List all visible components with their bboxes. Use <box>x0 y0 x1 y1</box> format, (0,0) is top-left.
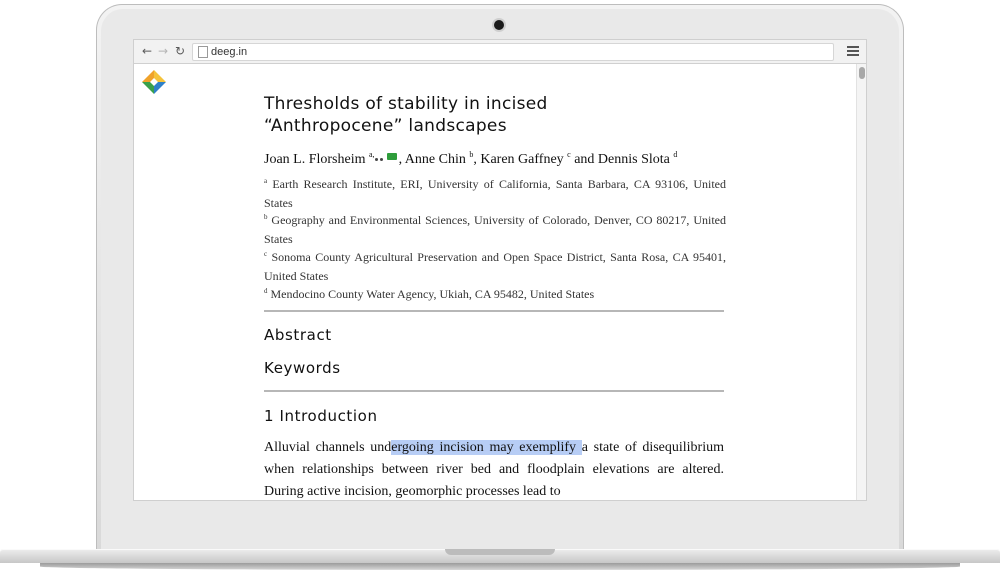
author-list: Joan L. Florsheim a,, Anne Chin b, Karen… <box>264 150 734 168</box>
address-bar[interactable]: deeg.in <box>192 43 834 61</box>
article-title-line-1: Thresholds of stability in incised <box>264 94 548 114</box>
browser-window: ← → ↻ deeg.in Thresholds of stability in… <box>133 39 867 501</box>
deeg-logo-icon[interactable] <box>141 69 167 95</box>
webcam-icon <box>494 20 504 30</box>
affiliation-d-text: Mendocino County Water Agency, Ukiah, CA… <box>270 287 595 301</box>
browser-toolbar: ← → ↻ deeg.in <box>134 40 866 64</box>
orcid-icon[interactable] <box>374 158 378 161</box>
affiliation-a: a Earth Research Institute, ERI, Univers… <box>264 172 726 212</box>
article-title-line-2: “Anthropocene” landscapes <box>264 116 507 136</box>
page-icon <box>198 46 208 58</box>
author-slota-affil: d <box>673 150 678 159</box>
affiliation-c-mark: c <box>264 250 268 258</box>
affiliation-d-mark: d <box>264 287 268 295</box>
affiliation-a-mark: a <box>264 177 268 185</box>
affiliation-a-text: Earth Research Institute, ERI, Universit… <box>264 177 727 210</box>
affiliation-b-mark: b <box>264 213 268 221</box>
divider <box>264 390 724 392</box>
divider <box>264 310 724 312</box>
affiliation-d: d Mendocino County Water Agency, Ukiah, … <box>264 282 726 304</box>
back-arrow-icon[interactable]: ← <box>139 43 155 59</box>
paragraph-text-start: Alluvial channels und <box>264 440 392 455</box>
introduction-paragraph: Alluvial channels undergoing incision ma… <box>264 437 724 500</box>
article-title: Thresholds of stability in incised “Anth… <box>264 93 724 137</box>
introduction-heading: 1 Introduction <box>264 407 378 425</box>
affiliation-c-text: Sonoma County Agricultural Preservation … <box>264 250 726 283</box>
selected-text[interactable]: ergoing incision may exemplify <box>391 440 582 455</box>
affiliation-c: c Sonoma County Agricultural Preservatio… <box>264 245 726 285</box>
author-chin[interactable]: , Anne Chin <box>399 152 470 167</box>
orcid-dot-icon <box>379 158 383 161</box>
keywords-heading[interactable]: Keywords <box>264 359 341 377</box>
abstract-heading[interactable]: Abstract <box>264 326 332 344</box>
author-gaffney[interactable]: , Karen Gaffney <box>473 152 567 167</box>
affiliation-b-text: Geography and Environmental Sciences, Un… <box>264 213 727 246</box>
reload-icon[interactable]: ↻ <box>172 43 188 59</box>
hamburger-menu-icon[interactable] <box>846 44 860 58</box>
email-icon[interactable] <box>386 153 397 160</box>
vertical-scrollbar[interactable] <box>856 64 866 500</box>
author-florsheim[interactable]: Joan L. Florsheim <box>264 152 369 167</box>
laptop-base-bottom <box>40 563 960 570</box>
author-slota[interactable]: and Dennis Slota <box>571 152 674 167</box>
page-viewport[interactable]: Thresholds of stability in incised “Anth… <box>134 64 856 500</box>
scrollbar-thumb[interactable] <box>859 67 865 79</box>
affiliation-b: b Geography and Environmental Sciences, … <box>264 208 726 248</box>
laptop-base-notch <box>445 549 555 555</box>
url-text: deeg.in <box>211 46 248 58</box>
forward-arrow-icon[interactable]: → <box>155 43 171 59</box>
